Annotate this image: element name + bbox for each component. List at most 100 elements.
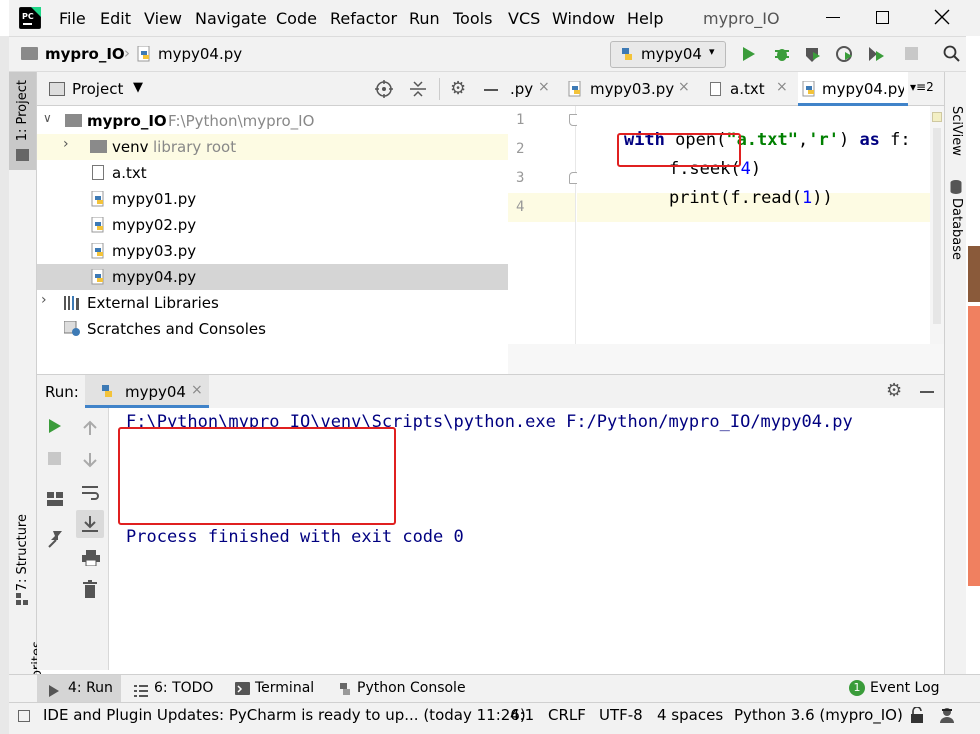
tab-label: a.txt — [730, 80, 765, 98]
navigation-bar: mypro_IO › mypy04.py mypy04 ▾ — [9, 36, 980, 72]
debug-icon[interactable] — [773, 45, 791, 63]
database-tool-label[interactable]: Database — [949, 198, 964, 260]
menu-tools[interactable]: Tools — [453, 9, 492, 28]
menu-refactor[interactable]: Refactor — [330, 9, 397, 28]
collapse-all-icon[interactable] — [410, 80, 426, 98]
close-icon[interactable] — [933, 8, 951, 26]
breadcrumb-file[interactable]: mypy04.py — [158, 45, 242, 63]
menu-edit[interactable]: Edit — [100, 9, 131, 28]
run-with-options-icon[interactable] — [867, 45, 885, 63]
run-icon[interactable] — [742, 46, 756, 62]
editor-scrollbar[interactable] — [930, 106, 944, 344]
project-tool-tab[interactable]: 1: Project — [9, 72, 36, 170]
tree-item-mypy03[interactable]: mypy03.py — [37, 238, 508, 264]
run-toolbar-secondary — [71, 408, 109, 670]
tab-todo[interactable]: 6: TODO — [154, 680, 213, 696]
minimize-icon[interactable] — [826, 17, 840, 18]
print-icon[interactable] — [82, 550, 100, 567]
run-tab-label: mypy04 — [125, 383, 186, 401]
run-toolbar-primary — [37, 408, 71, 670]
scroll-thumb[interactable] — [933, 128, 941, 324]
status-position[interactable]: 4:1 — [510, 706, 534, 724]
menu-run[interactable]: Run — [409, 9, 440, 28]
tab-py[interactable]: .py × — [508, 72, 554, 106]
hide-panel-icon[interactable] — [920, 391, 934, 393]
tab-event-log[interactable]: Event Log — [870, 680, 940, 696]
status-line-separator[interactable]: CRLF — [548, 706, 586, 724]
coverage-icon[interactable] — [804, 45, 822, 63]
tab-atxt[interactable]: a.txt × — [706, 72, 796, 106]
pin-icon[interactable] — [47, 530, 63, 548]
close-icon[interactable]: × — [191, 382, 203, 398]
stop-icon[interactable] — [48, 452, 61, 465]
tree-item-mypy01[interactable]: mypy01.py — [37, 186, 508, 212]
menu-help[interactable]: Help — [627, 9, 663, 28]
code-text: f: — [879, 130, 911, 150]
close-icon[interactable]: × — [776, 79, 788, 95]
text-file-icon — [92, 165, 104, 180]
run-panel-label: Run: — [45, 383, 79, 401]
tree-item-atxt[interactable]: a.txt — [37, 160, 508, 186]
project-view-icon — [49, 82, 65, 96]
analysis-ok-icon — [932, 112, 942, 122]
chevron-down-icon[interactable]: ▼ — [133, 80, 143, 95]
menu-window[interactable]: Window — [552, 9, 615, 28]
rerun-icon[interactable] — [48, 418, 62, 434]
soft-wrap-icon[interactable] — [82, 484, 100, 500]
tree-item-label: mypy04.py — [112, 268, 197, 286]
status-indent[interactable]: 4 spaces — [657, 706, 723, 724]
run-tab[interactable]: mypy04 × — [85, 375, 209, 408]
close-icon[interactable]: × — [538, 79, 550, 95]
tree-scratches[interactable]: Scratches and Consoles — [37, 316, 508, 342]
scroll-to-end-button[interactable] — [76, 510, 104, 538]
tree-item-label: mypy01.py — [112, 190, 197, 208]
folder-icon — [90, 140, 107, 153]
stop-icon[interactable] — [905, 47, 918, 60]
lock-icon[interactable] — [910, 706, 924, 723]
tree-item-mypy04[interactable]: mypy04.py — [37, 264, 508, 290]
layout-icon[interactable] — [47, 492, 63, 506]
event-log-icon: 1 — [849, 680, 865, 696]
menu-view[interactable]: View — [144, 9, 182, 28]
tab-python-console[interactable]: Python Console — [357, 680, 466, 696]
status-encoding[interactable]: UTF-8 — [599, 706, 643, 724]
panel-divider — [439, 78, 440, 100]
project-panel-title[interactable]: Project — [72, 80, 123, 98]
sciview-tool-label[interactable]: SciView — [949, 106, 964, 156]
breadcrumb-project[interactable]: mypro_IO — [45, 45, 125, 63]
status-interpreter[interactable]: Python 3.6 (mypro_IO) — [734, 706, 903, 724]
status-toggle-icon[interactable] — [18, 710, 30, 722]
search-icon[interactable] — [943, 45, 961, 63]
tree-item-mypy02[interactable]: mypy02.py — [37, 212, 508, 238]
tree-root[interactable]: ∨ mypro_IO F:\Python\mypro_IO — [37, 108, 508, 134]
run-console[interactable]: F:\Python\mypro_IO\venv\Scripts\python.e… — [109, 408, 944, 670]
menu-code[interactable]: Code — [276, 9, 317, 28]
tree-external-libraries[interactable]: › External Libraries — [37, 290, 508, 316]
inspector-icon[interactable] — [939, 706, 955, 724]
gear-icon[interactable]: ⚙ — [450, 79, 466, 99]
tab-mypy04[interactable]: mypy04.py — [798, 72, 908, 106]
menu-vcs[interactable]: VCS — [508, 9, 540, 28]
code-editor[interactable]: with open("a.txt",'r') as f: f.seek(4) p… — [577, 106, 930, 344]
tab-overflow-button[interactable]: ▾≡2 — [910, 80, 934, 94]
arrow-down-icon[interactable] — [83, 452, 97, 468]
tab-terminal[interactable]: Terminal — [255, 680, 314, 696]
tab-mypy03[interactable]: mypy03.py × — [566, 72, 696, 106]
tab-run[interactable]: 4: Run — [37, 675, 121, 702]
arrow-up-icon[interactable] — [83, 420, 97, 436]
menu-navigate[interactable]: Navigate — [195, 9, 267, 28]
gear-icon[interactable]: ⚙ — [886, 381, 902, 401]
run-config-select[interactable]: mypy04 ▾ — [610, 41, 726, 68]
run-config-label: mypy04 — [641, 45, 702, 63]
locate-icon[interactable] — [375, 80, 393, 98]
maximize-icon[interactable] — [876, 11, 889, 24]
trash-icon[interactable] — [83, 580, 97, 598]
hide-panel-icon[interactable] — [484, 89, 498, 91]
profile-icon[interactable] — [836, 45, 854, 63]
close-icon[interactable]: × — [678, 79, 690, 95]
tree-item-venv[interactable]: › venv library root — [37, 134, 508, 160]
structure-tool-label[interactable]: 7: Structure — [15, 514, 30, 591]
status-message[interactable]: IDE and Plugin Updates: PyCharm is ready… — [43, 706, 526, 724]
menu-file[interactable]: File — [59, 9, 86, 28]
library-icon — [64, 296, 81, 310]
